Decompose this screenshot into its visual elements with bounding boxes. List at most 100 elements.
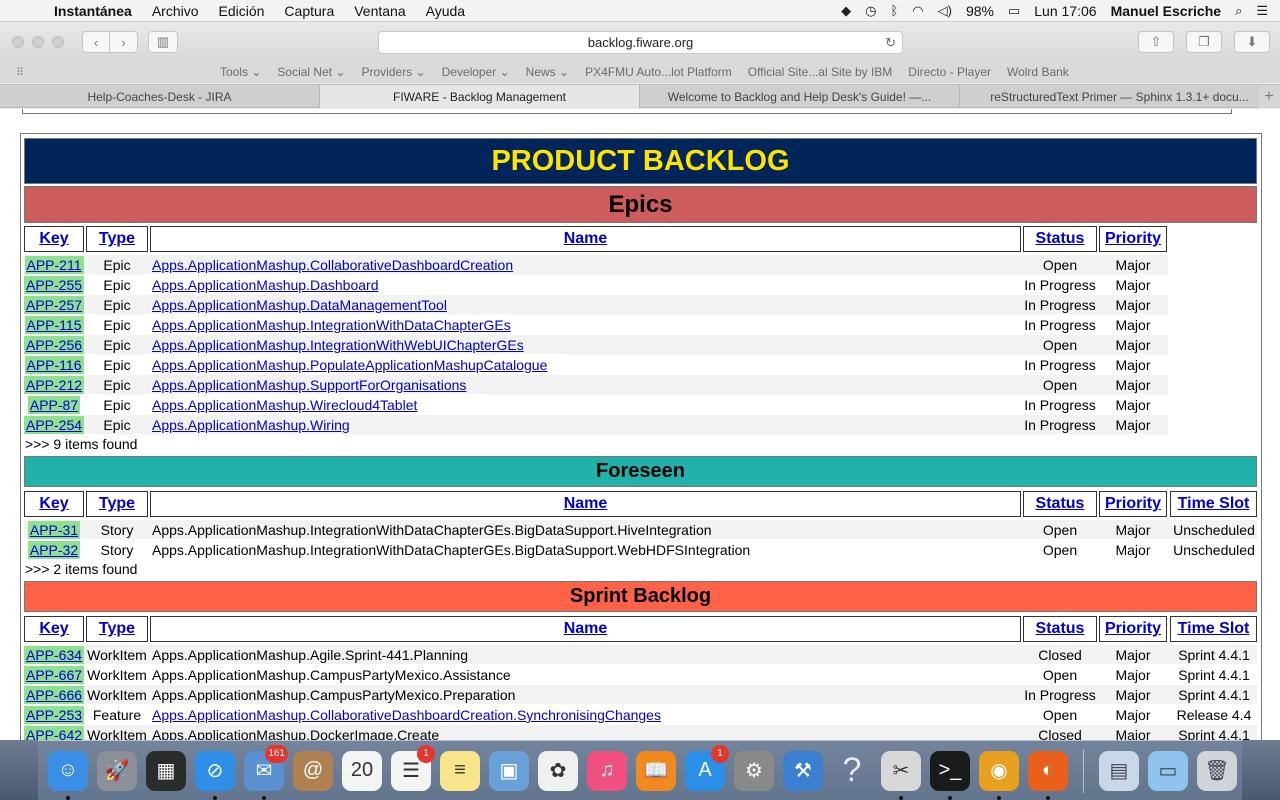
clock[interactable]: Lun 17:06: [1034, 3, 1096, 19]
bookmark-item[interactable]: Wolrd Bank: [1007, 65, 1069, 79]
epics-header-key[interactable]: Key: [24, 226, 84, 252]
bookmark-item[interactable]: Tools ⌄: [220, 65, 261, 79]
system-preferences-icon[interactable]: ⚙: [734, 750, 774, 791]
foreseen-header-key[interactable]: Key: [24, 491, 84, 517]
foreseen-header-slot[interactable]: Time Slot: [1170, 491, 1257, 517]
new-tab-button[interactable]: +: [1258, 85, 1280, 108]
terminal-icon[interactable]: >_: [930, 750, 970, 800]
menu-ventana[interactable]: Ventana: [354, 3, 405, 19]
browser-tab[interactable]: FIWARE - Backlog Management: [320, 85, 640, 108]
minimize-window-button[interactable]: [32, 36, 44, 48]
issue-key-link[interactable]: APP-634: [23, 646, 85, 664]
finder-icon[interactable]: ☺: [48, 750, 88, 800]
browser-tab[interactable]: reStructuredText Primer — Sphinx 1.3.1+ …: [960, 85, 1280, 108]
issue-key-link[interactable]: APP-257: [23, 296, 85, 314]
issue-key-link[interactable]: APP-32: [27, 541, 81, 559]
back-button[interactable]: ‹: [82, 31, 110, 53]
mission-control-icon[interactable]: ▦: [146, 750, 186, 791]
issue-key-link[interactable]: APP-212: [23, 376, 85, 394]
notification-center-icon[interactable]: ☰: [1256, 3, 1268, 19]
close-window-button[interactable]: [12, 36, 24, 48]
volume-icon[interactable]: ◁): [938, 3, 952, 19]
sprint-header-status[interactable]: Status: [1023, 616, 1097, 642]
browser-tab[interactable]: Help-Coaches-Desk - JIRA: [0, 85, 320, 108]
foreseen-header-status[interactable]: Status: [1023, 491, 1097, 517]
issue-name-link[interactable]: Apps.ApplicationMashup.IntegrationWithDa…: [152, 317, 511, 333]
safari-icon[interactable]: ⊘: [195, 750, 235, 800]
issue-name-link[interactable]: Apps.ApplicationMashup.CollaborativeDash…: [152, 257, 513, 273]
xcode-icon[interactable]: ⚒: [783, 750, 823, 791]
sprint-header-type[interactable]: Type: [86, 616, 148, 642]
bookmark-item[interactable]: Official Site...al Site by IBM: [748, 65, 893, 79]
sidebar-button[interactable]: ▥: [148, 31, 178, 53]
menu-archivo[interactable]: Archivo: [152, 3, 199, 19]
bookmark-item[interactable]: Developer ⌄: [442, 65, 510, 79]
reminders-icon[interactable]: ☰ 1: [391, 744, 435, 791]
issue-name-link[interactable]: Apps.ApplicationMashup.DataManagementToo…: [152, 297, 447, 313]
issue-key-link[interactable]: APP-211: [24, 256, 84, 274]
documents-stack-icon[interactable]: ▤: [1099, 750, 1139, 791]
photos-icon[interactable]: ✿: [538, 750, 578, 791]
forward-button[interactable]: ›: [110, 31, 138, 53]
menu-edicion[interactable]: Edición: [219, 3, 265, 19]
foreseen-header-type[interactable]: Type: [86, 491, 148, 517]
trash-icon[interactable]: 🗑: [1197, 750, 1237, 791]
reload-icon[interactable]: ↻: [885, 35, 896, 51]
menu-ayuda[interactable]: Ayuda: [426, 3, 465, 19]
user-name[interactable]: Manuel Escriche: [1111, 3, 1222, 19]
issue-name-link[interactable]: Apps.ApplicationMashup.SupportForOrganis…: [152, 377, 466, 393]
mail-icon[interactable]: ✉ 161: [244, 744, 288, 800]
time-machine-icon[interactable]: ◷: [865, 3, 876, 19]
launchpad-icon[interactable]: 🚀: [97, 750, 137, 791]
issue-name-link[interactable]: Apps.ApplicationMashup.IntegrationWithWe…: [152, 337, 524, 353]
libreoffice-icon[interactable]: ◉: [979, 750, 1019, 800]
app-store-icon[interactable]: A1: [685, 744, 729, 791]
address-bar[interactable]: backlog.fiware.org ↻: [378, 31, 903, 54]
downloads-button[interactable]: ⬇: [1234, 31, 1270, 53]
sprint-header-key[interactable]: Key: [24, 616, 84, 642]
sprint-header-slot[interactable]: Time Slot: [1170, 616, 1257, 642]
issue-name-link[interactable]: Apps.ApplicationMashup.Wiring: [152, 417, 350, 433]
downloads-folder-icon[interactable]: ▭: [1148, 750, 1188, 791]
menu-captura[interactable]: Captura: [284, 3, 334, 19]
show-tabs-button[interactable]: ❐: [1186, 31, 1222, 53]
ibooks-icon[interactable]: 📖: [636, 750, 676, 791]
issue-key-link[interactable]: APP-667: [23, 666, 85, 684]
epics-header-status[interactable]: Status: [1023, 226, 1097, 252]
notes-icon[interactable]: ≡: [440, 750, 480, 791]
share-button[interactable]: ⇧: [1138, 31, 1174, 53]
issue-key-link[interactable]: APP-642: [23, 726, 85, 740]
browser-tab[interactable]: Welcome to Backlog and Help Desk's Guide…: [640, 85, 960, 108]
issue-key-link[interactable]: APP-87: [27, 396, 81, 414]
battery-icon[interactable]: ▭: [1008, 3, 1020, 19]
issue-name-link[interactable]: Apps.ApplicationMashup.PopulateApplicati…: [152, 357, 547, 373]
foreseen-header-priority[interactable]: Priority: [1099, 491, 1167, 517]
bookmark-item[interactable]: Providers ⌄: [362, 65, 426, 79]
issue-key-link[interactable]: APP-115: [24, 316, 84, 334]
issue-name-link[interactable]: Apps.ApplicationMashup.CollaborativeDash…: [152, 707, 661, 723]
epics-header-priority[interactable]: Priority: [1099, 226, 1167, 252]
top-sites-grid-icon[interactable]: ⠿: [16, 66, 32, 79]
issue-key-link[interactable]: APP-253: [23, 706, 85, 724]
issue-key-link[interactable]: APP-116: [24, 356, 84, 374]
wifi-icon[interactable]: ◠: [912, 3, 923, 19]
issue-name-link[interactable]: Apps.ApplicationMashup.Dashboard: [152, 277, 378, 293]
contacts-icon[interactable]: @: [293, 750, 333, 791]
itunes-icon[interactable]: ♫: [587, 750, 627, 791]
sprint-header-name[interactable]: Name: [150, 616, 1021, 642]
bookmark-item[interactable]: Directo - Player: [908, 65, 991, 79]
issue-key-link[interactable]: APP-666: [23, 686, 85, 704]
issue-key-link[interactable]: APP-31: [27, 521, 81, 539]
bookmark-item[interactable]: Social Net ⌄: [277, 65, 345, 79]
dropbox-icon[interactable]: ◆: [841, 3, 851, 19]
firefox-icon[interactable]: ◐: [1028, 750, 1068, 800]
issue-key-link[interactable]: APP-256: [23, 336, 85, 354]
help-icon[interactable]: ?: [832, 751, 872, 791]
grab-icon[interactable]: ✂: [881, 750, 921, 800]
bookmark-item[interactable]: News ⌄: [526, 65, 569, 79]
sprint-header-priority[interactable]: Priority: [1099, 616, 1167, 642]
epics-header-type[interactable]: Type: [86, 226, 148, 252]
preview-icon[interactable]: ▣: [489, 750, 529, 791]
spotlight-search-icon[interactable]: ⌕: [1235, 3, 1242, 19]
menu-app[interactable]: Instantánea: [54, 3, 132, 19]
